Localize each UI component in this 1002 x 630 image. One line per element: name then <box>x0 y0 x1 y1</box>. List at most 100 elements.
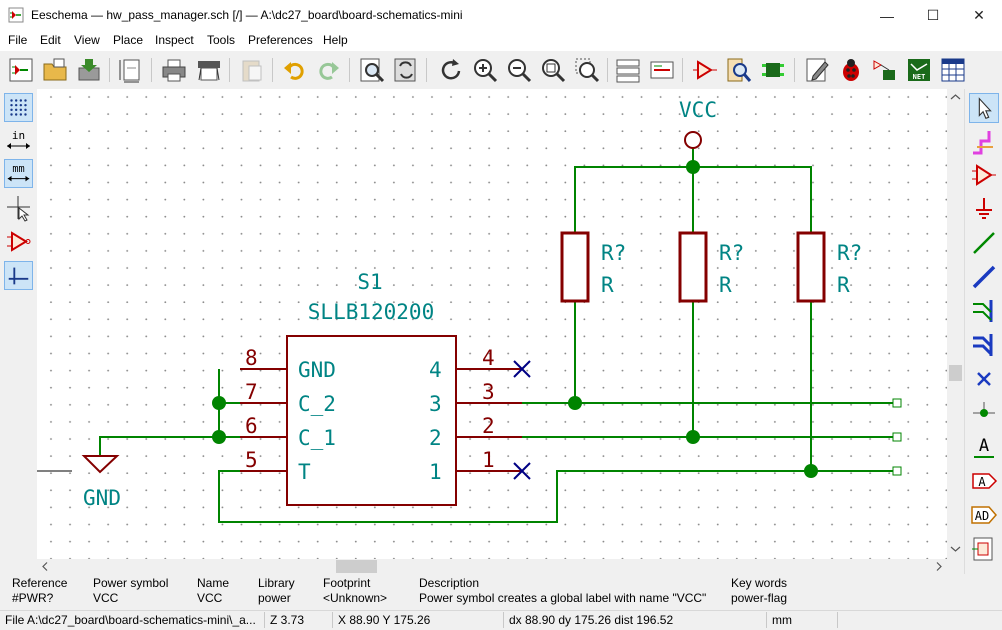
vertical-scrollbar-graphic <box>949 94 962 552</box>
pin-number-1: 1 <box>482 448 495 472</box>
units-inch-icon[interactable]: in <box>4 126 33 155</box>
pin-number-8: 8 <box>245 346 258 370</box>
schematic-drawing: VCC GND R? R R? R R? R S1 SLLB120200 8 7… <box>37 89 947 559</box>
title-bar: Eeschema — hw_pass_manager.sch [/] — A:\… <box>0 0 1002 31</box>
status-bar: File A:\dc27_board\board-schematics-mini… <box>0 610 1002 630</box>
zoom-fit-icon[interactable] <box>539 56 567 84</box>
status-zoom: Z 3.73 <box>270 613 305 627</box>
status-units: mm <box>772 613 792 627</box>
info-keywords: Key words power-flag <box>731 576 788 605</box>
plot-icon[interactable] <box>195 56 223 84</box>
window-title: Eeschema — hw_pass_manager.sch [/] — A:\… <box>31 8 463 22</box>
find-icon[interactable] <box>358 56 386 84</box>
add-label-text: A <box>979 436 989 456</box>
footprint-editor-icon[interactable] <box>759 56 787 84</box>
hierarchy-navigator-icon[interactable] <box>614 56 642 84</box>
global-label-icon[interactable]: A <box>969 466 999 496</box>
line-mode-icon[interactable] <box>4 261 33 290</box>
redo-icon[interactable] <box>314 56 342 84</box>
pin-name-1: 1 <box>429 460 442 484</box>
menu-place[interactable]: Place <box>113 33 143 47</box>
print-icon[interactable] <box>160 56 188 84</box>
scroll-left-icon[interactable] <box>42 562 48 571</box>
menu-preferences[interactable]: Preferences <box>248 33 313 47</box>
pin-name-c1: C_1 <box>298 426 336 450</box>
resistor-2-value: R <box>719 273 732 297</box>
scroll-down-icon[interactable] <box>950 546 961 552</box>
vertical-scroll-thumb[interactable] <box>949 365 962 381</box>
scroll-right-icon[interactable] <box>936 562 942 571</box>
select-arrow-icon[interactable] <box>969 93 999 123</box>
annotate-icon[interactable] <box>803 56 831 84</box>
info-library: Library power <box>258 576 295 605</box>
maximize-button[interactable]: ☐ <box>910 0 956 31</box>
netlist-icon[interactable]: NET <box>905 56 933 84</box>
pin-name-2: 2 <box>429 426 442 450</box>
add-symbol-icon[interactable] <box>969 160 999 190</box>
save-icon[interactable] <box>75 56 103 84</box>
vertical-scrollbar[interactable] <box>947 89 964 559</box>
symbol-editor-icon[interactable] <box>691 56 719 84</box>
menu-tools[interactable]: Tools <box>207 33 235 47</box>
pin-name-t: T <box>298 460 311 484</box>
pin-number-5: 5 <box>245 448 258 472</box>
cursor-shape-icon[interactable] <box>4 193 33 222</box>
menu-file[interactable]: File <box>8 33 27 47</box>
erc-bug-icon[interactable] <box>837 56 865 84</box>
zoom-in-icon[interactable] <box>471 56 499 84</box>
wire-to-bus-icon[interactable] <box>969 296 999 326</box>
refresh-icon[interactable] <box>436 56 464 84</box>
symbol-browser-icon[interactable] <box>725 56 753 84</box>
bus-to-bus-icon[interactable] <box>969 330 999 360</box>
horizontal-scrollbar[interactable] <box>37 559 947 574</box>
resistor-1-ref: R? <box>601 241 626 265</box>
add-bus-icon[interactable] <box>969 262 999 292</box>
status-file: File A:\dc27_board\board-schematics-mini… <box>5 613 256 627</box>
menu-edit[interactable]: Edit <box>40 33 61 47</box>
maximize-icon: ☐ <box>926 7 940 23</box>
find-replace-icon[interactable] <box>392 56 420 84</box>
close-button[interactable]: ✕ <box>956 0 1002 31</box>
grid-toggle-icon[interactable] <box>4 93 33 122</box>
menu-inspect[interactable]: Inspect <box>155 33 194 47</box>
minimize-icon: — <box>880 7 894 24</box>
no-connect-icon[interactable] <box>969 364 999 394</box>
info-description: Description Power symbol creates a global… <box>419 576 707 605</box>
svg-text:NET: NET <box>913 73 926 81</box>
assign-footprints-icon[interactable] <box>871 56 899 84</box>
schematic-canvas[interactable]: VCC GND R? R R? R R? R S1 SLLB120200 8 7… <box>37 89 947 559</box>
pin-number-3: 3 <box>482 380 495 404</box>
info-reference: Reference #PWR? <box>12 576 68 605</box>
undo-icon[interactable] <box>281 56 309 84</box>
horizontal-scroll-thumb[interactable] <box>336 560 377 573</box>
minimize-button[interactable]: — <box>864 0 910 31</box>
zoom-selection-icon[interactable] <box>573 56 601 84</box>
leave-sheet-icon[interactable] <box>648 56 676 84</box>
add-power-icon[interactable] <box>969 194 999 224</box>
sheet-open-icon[interactable] <box>41 56 69 84</box>
menu-view[interactable]: View <box>74 33 100 47</box>
add-label-icon[interactable]: A <box>969 432 999 462</box>
zoom-out-icon[interactable] <box>505 56 533 84</box>
units-mm-label: mm <box>12 163 24 175</box>
resistor-2-ref: R? <box>719 241 744 265</box>
pin-name-3: 3 <box>429 392 442 416</box>
add-wire-icon[interactable] <box>969 228 999 258</box>
units-mm-icon[interactable]: mm <box>4 159 33 188</box>
scroll-up-icon[interactable] <box>950 94 961 100</box>
hidden-pins-icon[interactable] <box>4 227 33 256</box>
menu-help[interactable]: Help <box>323 33 348 47</box>
paste-icon[interactable] <box>238 56 266 84</box>
highlight-net-icon[interactable] <box>969 127 999 157</box>
schematic-setup-icon[interactable] <box>7 56 35 84</box>
hier-label-icon[interactable]: AD <box>969 500 999 530</box>
page-settings-icon[interactable] <box>117 56 145 84</box>
global-label-text: A <box>978 475 986 489</box>
add-sheet-icon[interactable] <box>969 534 999 564</box>
pin-number-6: 6 <box>245 414 258 438</box>
hier-label-text: AD <box>975 509 989 523</box>
junction-icon[interactable] <box>969 398 999 428</box>
bom-icon[interactable] <box>939 56 967 84</box>
right-toolbar: A A AD <box>964 89 1002 574</box>
ic-value: SLLB120200 <box>308 300 434 324</box>
